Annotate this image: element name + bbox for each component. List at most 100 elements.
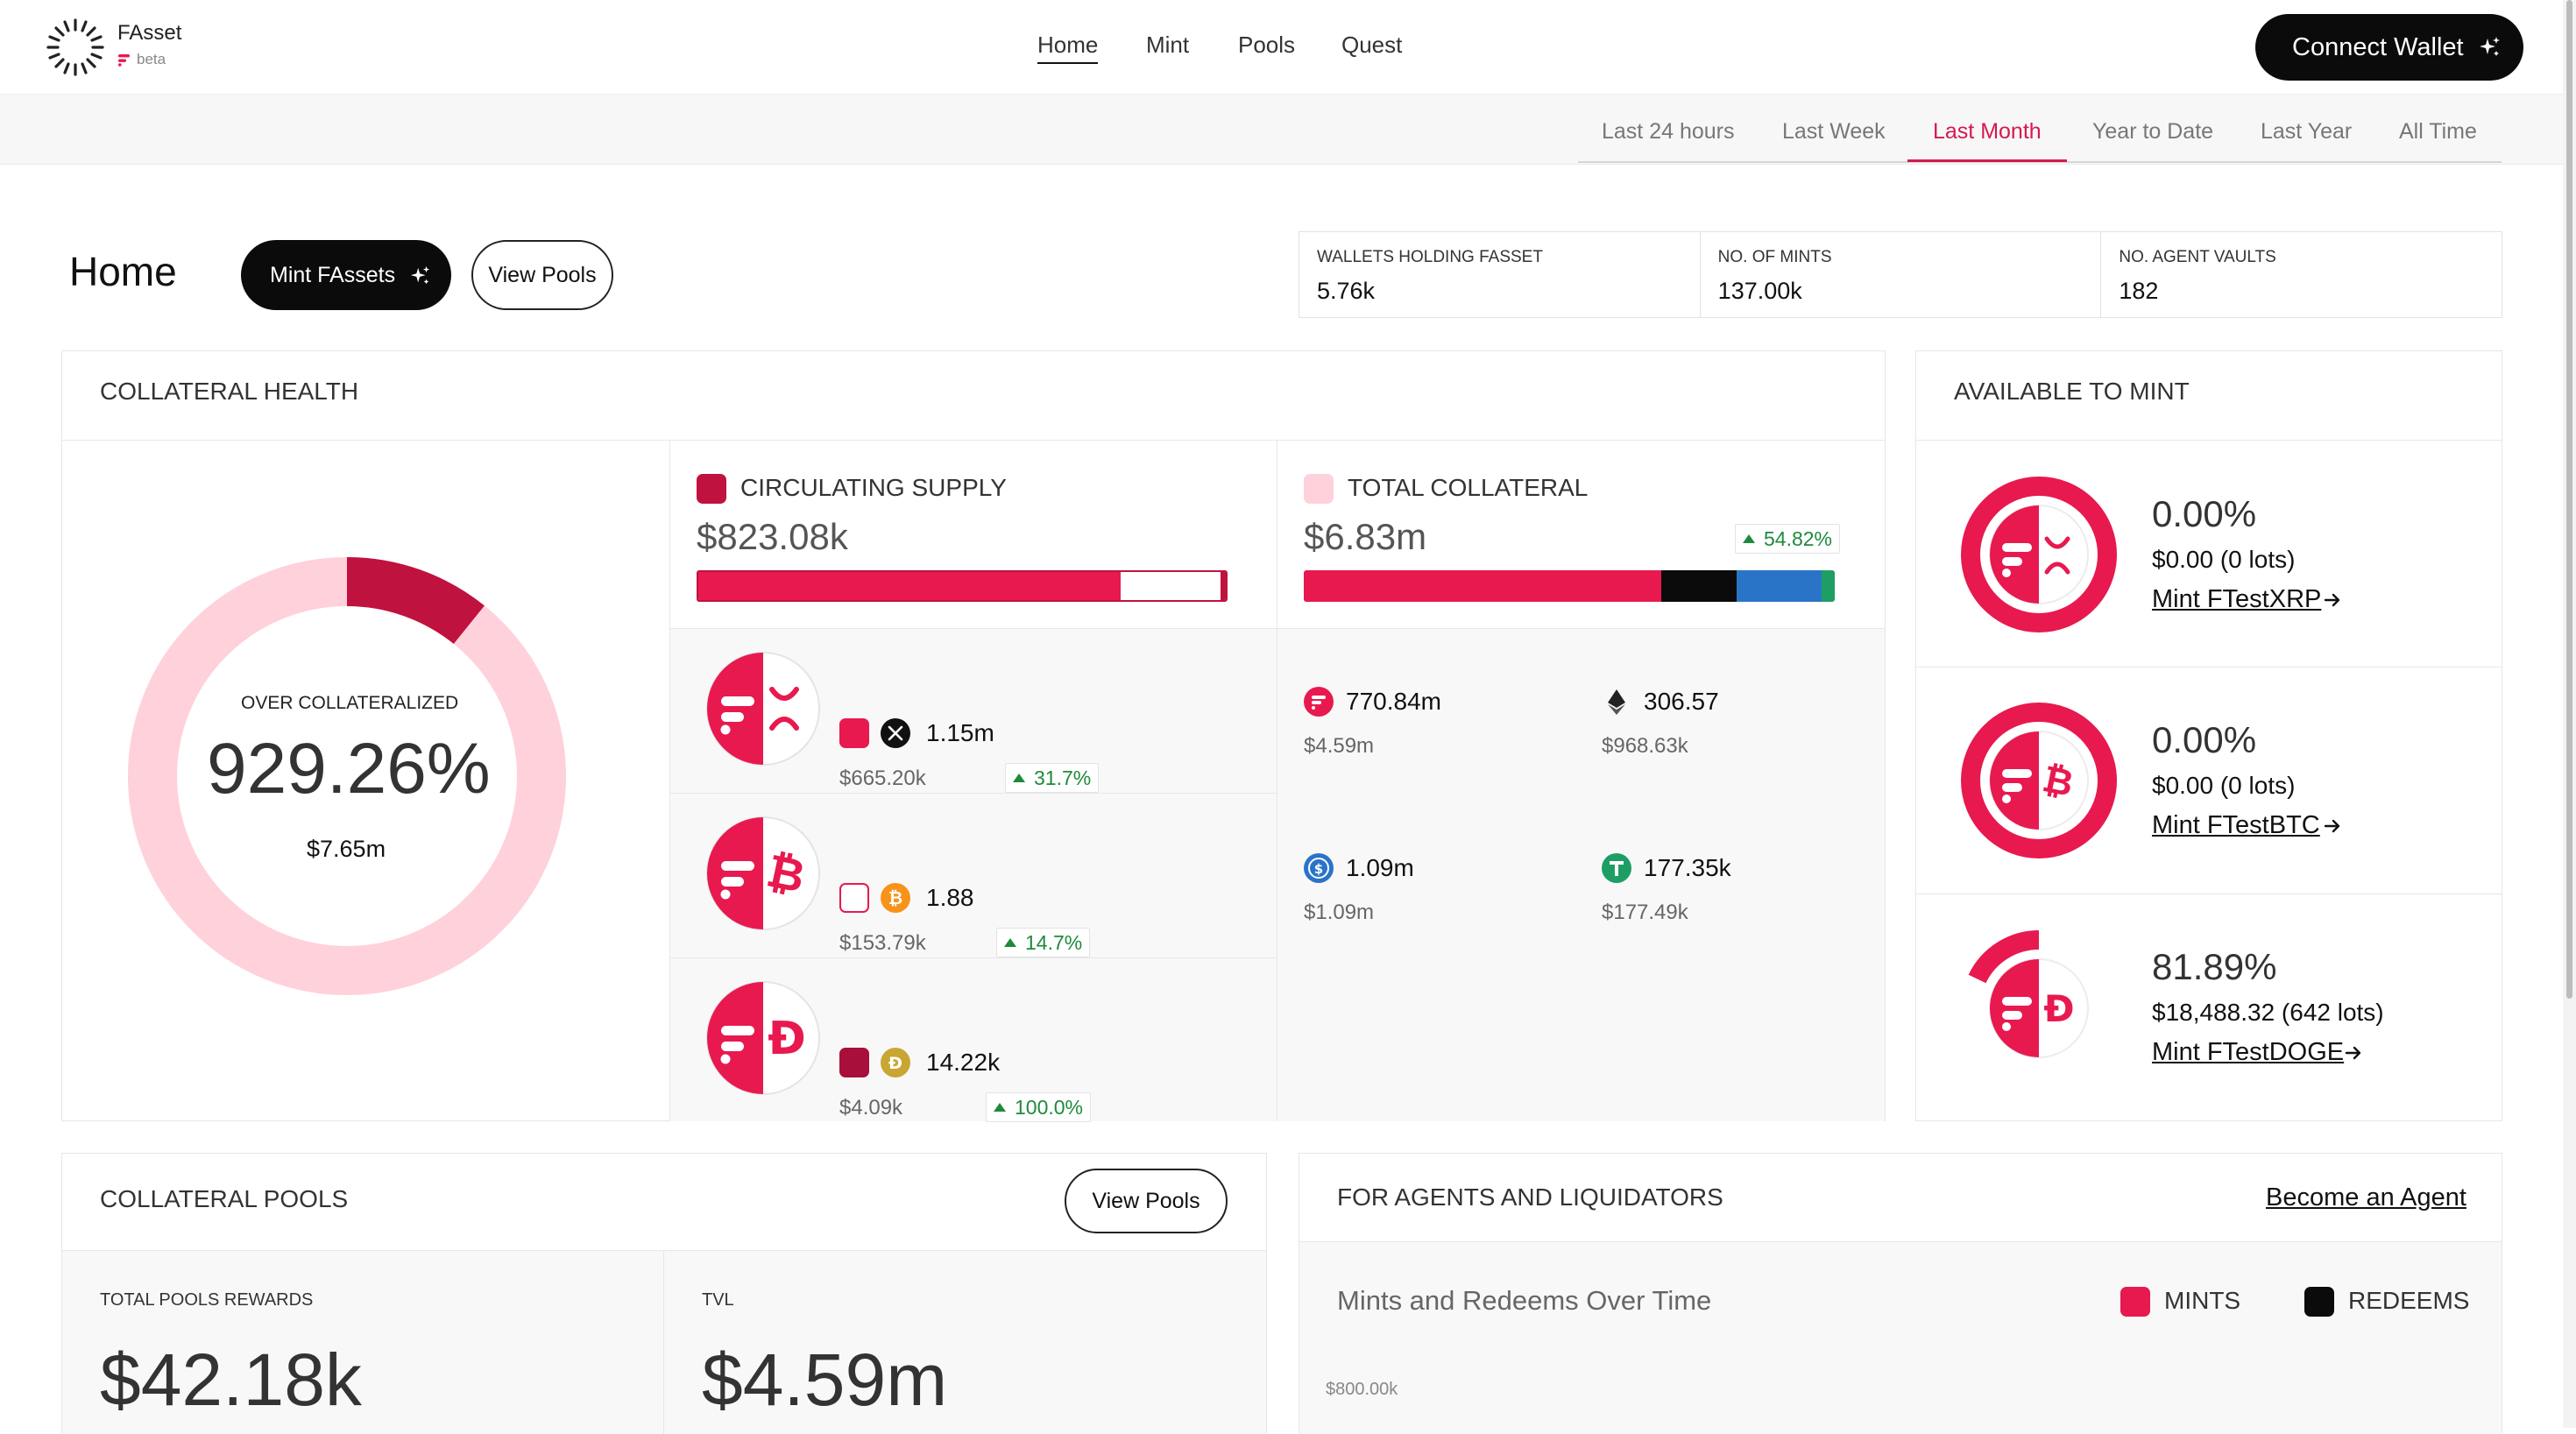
change-value: 54.82%	[1764, 526, 1833, 550]
mints-redeems-chart	[1299, 1242, 2502, 1434]
collateral-ratio: 929.26%	[207, 729, 491, 809]
arrow-right-icon	[2345, 1046, 2361, 1060]
legend-square	[839, 883, 869, 913]
mint-percent: 81.89%	[2152, 946, 2277, 987]
change-badge: 100.0%	[986, 1092, 1092, 1122]
total-collateral-panel: TOTAL COLLATERAL $6.83m 54.82% 770.84m $…	[1277, 441, 1886, 1121]
asset-amount: 1.88	[926, 884, 974, 911]
view-pools-button[interactable]: View Pools	[471, 240, 613, 310]
rewards-label: TOTAL POOLS REWARDS	[100, 1290, 314, 1310]
stat-value: 5.76k	[1317, 278, 1376, 304]
range-last-24-hours[interactable]: Last 24 hours	[1602, 119, 1735, 145]
legend-mints-swatch	[2120, 1287, 2150, 1317]
range-last-month[interactable]: Last Month	[1933, 119, 2042, 145]
usdt-icon	[1602, 853, 1631, 883]
agents-liquidators-card: FOR AGENTS AND LIQUIDATORS Become an Age…	[1299, 1153, 2502, 1434]
doge-icon: Đ	[881, 1048, 910, 1077]
mint-amount: $18,488.32 (642 lots)	[2152, 999, 2384, 1026]
sparkle-icon	[410, 265, 430, 285]
range-last-week[interactable]: Last Week	[1782, 119, 1886, 145]
become-agent-link[interactable]: Become an Agent	[2266, 1183, 2466, 1212]
mint-fxrp-link[interactable]: Mint FTestXRP	[2152, 585, 2321, 614]
collateral-amount: 177.35k	[1644, 854, 1731, 881]
divider	[663, 1251, 664, 1434]
view-pools-label: View Pools	[1092, 1188, 1200, 1213]
mint-doge-gauge: Đ	[1968, 930, 2089, 1058]
card-title: COLLATERAL HEALTH	[100, 378, 359, 405]
collateral-bar-flare	[1304, 570, 1661, 602]
chart-title: Mints and Redeems Over Time	[1337, 1285, 1712, 1316]
collateral-usd: $177.49k	[1602, 901, 1688, 924]
collateral-bar-eth	[1661, 570, 1737, 602]
stat-mints: NO. OF MINTS 137.00k	[1701, 232, 2102, 317]
collateral-bar-usdt	[1822, 570, 1835, 602]
up-arrow-icon	[1013, 774, 1025, 782]
scrollbar-thumb[interactable]	[2566, 0, 2572, 999]
nav-mint[interactable]: Mint	[1146, 32, 1189, 59]
eth-icon	[1608, 689, 1625, 715]
stat-value: 182	[2119, 278, 2159, 304]
asset-usd: $665.20k	[839, 766, 926, 790]
y-axis-tick: $800.00k	[1326, 1380, 1398, 1399]
svg-text:₿: ₿	[888, 887, 902, 908]
mint-fassets-label: Mint FAssets	[270, 262, 396, 287]
range-last-year[interactable]: Last Year	[2261, 119, 2352, 145]
divider	[670, 957, 1277, 958]
mint-fassets-button[interactable]: Mint FAssets	[241, 240, 451, 310]
range-year-to-date[interactable]: Year to Date	[2092, 119, 2213, 145]
btc-icon: ₿	[881, 883, 910, 913]
sparkle-icon	[2480, 37, 2500, 56]
mint-amount: $0.00 (0 lots)	[2152, 772, 2296, 799]
collateral-amount: 1.09m	[1346, 854, 1414, 881]
panel-title: TOTAL COLLATERAL	[1348, 474, 1589, 501]
view-pools-button[interactable]: View Pools	[1065, 1169, 1228, 1233]
up-arrow-icon	[1004, 938, 1016, 947]
divider	[1916, 667, 2502, 668]
legend-square	[1304, 474, 1334, 504]
top-header: FAsset beta Home Mint Pools Quest Connec…	[0, 0, 2576, 95]
mint-fbtc-link[interactable]: Mint FTestBTC	[2152, 811, 2320, 840]
stat-value: 137.00k	[1717, 278, 1802, 304]
beta-badge: beta	[137, 51, 166, 67]
arrow-right-icon	[2324, 819, 2340, 833]
change-badge: 14.7%	[996, 928, 1091, 957]
rewards-value: $42.18k	[100, 1339, 362, 1421]
divider	[670, 628, 1277, 629]
card-title: COLLATERAL POOLS	[100, 1185, 349, 1212]
collateral-usd: $4.59m	[1304, 734, 1375, 758]
fasset-logo-icon[interactable]	[46, 18, 105, 77]
connect-wallet-button[interactable]: Connect Wallet	[2255, 14, 2523, 81]
tvl-label: TVL	[702, 1290, 734, 1310]
xrp-icon	[881, 718, 910, 748]
available-to-mint-card: AVAILABLE TO MINT 0.00% $0.00 (0 lots) M…	[1915, 350, 2502, 1121]
panel-title: CIRCULATING SUPPLY	[740, 474, 1007, 501]
stat-label: NO. AGENT VAULTS	[2119, 248, 2276, 266]
mint-percent: 0.00%	[2152, 493, 2257, 534]
supply-value: $823.08k	[697, 516, 848, 557]
svg-text:Đ: Đ	[768, 1013, 806, 1065]
nav-home[interactable]: Home	[1037, 32, 1099, 64]
range-all-time[interactable]: All Time	[2399, 119, 2477, 145]
tvl-value: $4.59m	[702, 1339, 948, 1421]
mint-fdoge-link[interactable]: Mint FTestDOGE	[2152, 1038, 2344, 1067]
usdc-icon: $	[1304, 853, 1334, 883]
up-arrow-icon	[994, 1103, 1006, 1112]
collateral-amount: 306.57	[1644, 688, 1719, 715]
mint-link-label: Mint FTestBTC	[2152, 811, 2320, 839]
collateral-amount: 770.84m	[1346, 688, 1441, 715]
brand-name: FAsset	[117, 21, 182, 45]
nav-quest[interactable]: Quest	[1341, 32, 1402, 59]
legend-square	[839, 1048, 869, 1077]
page-title: Home	[69, 249, 177, 294]
supply-bar	[697, 570, 1228, 602]
flare-icon	[118, 54, 130, 67]
divider	[1916, 440, 2502, 441]
connect-wallet-label: Connect Wallet	[2292, 32, 2464, 61]
arrow-right-icon	[2324, 593, 2340, 607]
nav-pools[interactable]: Pools	[1238, 32, 1295, 59]
stat-label: WALLETS HOLDING FASSET	[1317, 248, 1543, 266]
collateral-usd: $1.09m	[1304, 901, 1375, 924]
fdoge-token-icon: Đ	[706, 981, 820, 1095]
flare-icon	[1304, 687, 1334, 717]
mint-link-label: Mint FTestDOGE	[2152, 1038, 2345, 1066]
